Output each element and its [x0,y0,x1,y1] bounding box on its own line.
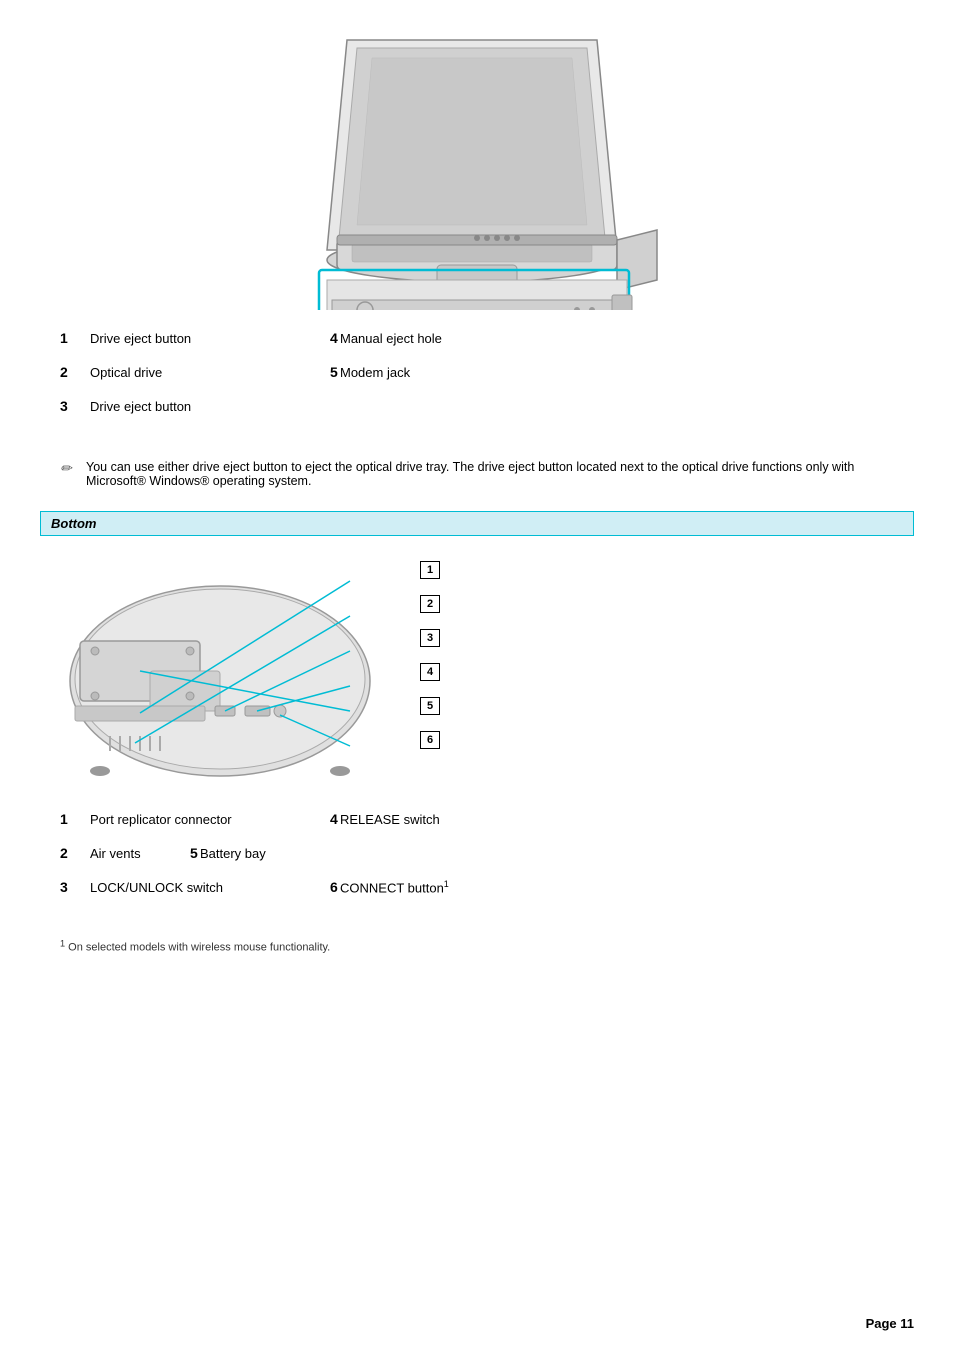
label-num-2: 2 [60,364,80,380]
top-diagram-area: 1 2 3 4 5 [40,20,914,310]
bottom-label-num-1: 1 [60,811,80,827]
bottom-side-label-3: 3 [420,629,440,647]
page-number: Page 11 [866,1316,914,1331]
page-container: 1 2 3 4 5 [0,0,954,1351]
connect-footnote-mark: 1 [444,879,449,889]
bottom-label-text-2: Air vents [80,846,160,861]
top-labels-section: 1 Drive eject button 4 Manual eject hole… [40,320,914,442]
label-num-1: 1 [60,330,80,346]
bottom-side-num-6: 6 [420,731,440,749]
bottom-side-label-6: 6 [420,731,440,749]
bottom-labels-section: 1 Port replicator connector 4 RELEASE sw… [40,801,914,923]
bottom-side-label-2: 2 [420,595,440,613]
label-text-5: Modem jack [330,365,410,380]
note-icon: ✏ [60,460,80,477]
footnote-mark-label: 1 [60,942,68,954]
bottom-side-label-1: 1 [420,561,440,579]
bottom-side-labels: 1 2 3 4 5 6 [420,551,440,749]
label-text-2: Optical drive [80,365,300,380]
bottom-side-label-5: 5 [420,697,440,715]
bottom-label-row-2: 2 Air vents 5 Battery bay [60,845,894,861]
bottom-label-text-5: Battery bay [190,846,266,861]
label-num-3: 3 [60,398,80,414]
bottom-label-text-6: CONNECT button1 [330,879,449,895]
bottom-side-num-5: 5 [420,697,440,715]
label-text-3: Drive eject button [80,399,300,414]
bottom-label-text-1: Port replicator connector [80,812,300,827]
bottom-label-row-1: 1 Port replicator connector 4 RELEASE sw… [60,811,894,827]
bottom-side-num-2: 2 [420,595,440,613]
label-row-1: 1 Drive eject button 4 Manual eject hole [60,330,894,346]
bottom-side-num-3: 3 [420,629,440,647]
laptop-top-svg: 1 2 3 4 5 [287,20,667,310]
label-row-3: 3 Drive eject button [60,398,894,414]
label-num-4: 4 [300,330,330,346]
footnote-section: 1 On selected models with wireless mouse… [40,933,914,959]
note-text: You can use either drive eject button to… [86,460,894,488]
bottom-side-num-1: 1 [420,561,440,579]
label-row-2: 2 Optical drive 5 Modem jack [60,364,894,380]
note-section: ✏ You can use either drive eject button … [40,452,914,496]
bottom-section-header: Bottom [40,511,914,536]
bottom-label-row-3: 3 LOCK/UNLOCK switch 6 CONNECT button1 [60,879,894,895]
label-text-1: Drive eject button [80,331,300,346]
bottom-label-num-5: 5 [160,845,190,861]
bottom-label-num-4: 4 [300,811,330,827]
footnote-text: On selected models with wireless mouse f… [68,942,330,954]
bottom-side-label-4: 4 [420,663,440,681]
laptop-bottom-svg [60,551,400,781]
bottom-label-text-3: LOCK/UNLOCK switch [80,880,300,895]
bottom-label-num-6: 6 [300,879,330,895]
bottom-label-num-2: 2 [60,845,80,861]
bottom-label-num-3: 3 [60,879,80,895]
bottom-side-num-4: 4 [420,663,440,681]
bottom-diagram-container: 1 2 3 4 5 6 [40,551,914,781]
label-num-5: 5 [300,364,330,380]
label-text-4: Manual eject hole [330,331,442,346]
bottom-label-text-4: RELEASE switch [330,812,440,827]
